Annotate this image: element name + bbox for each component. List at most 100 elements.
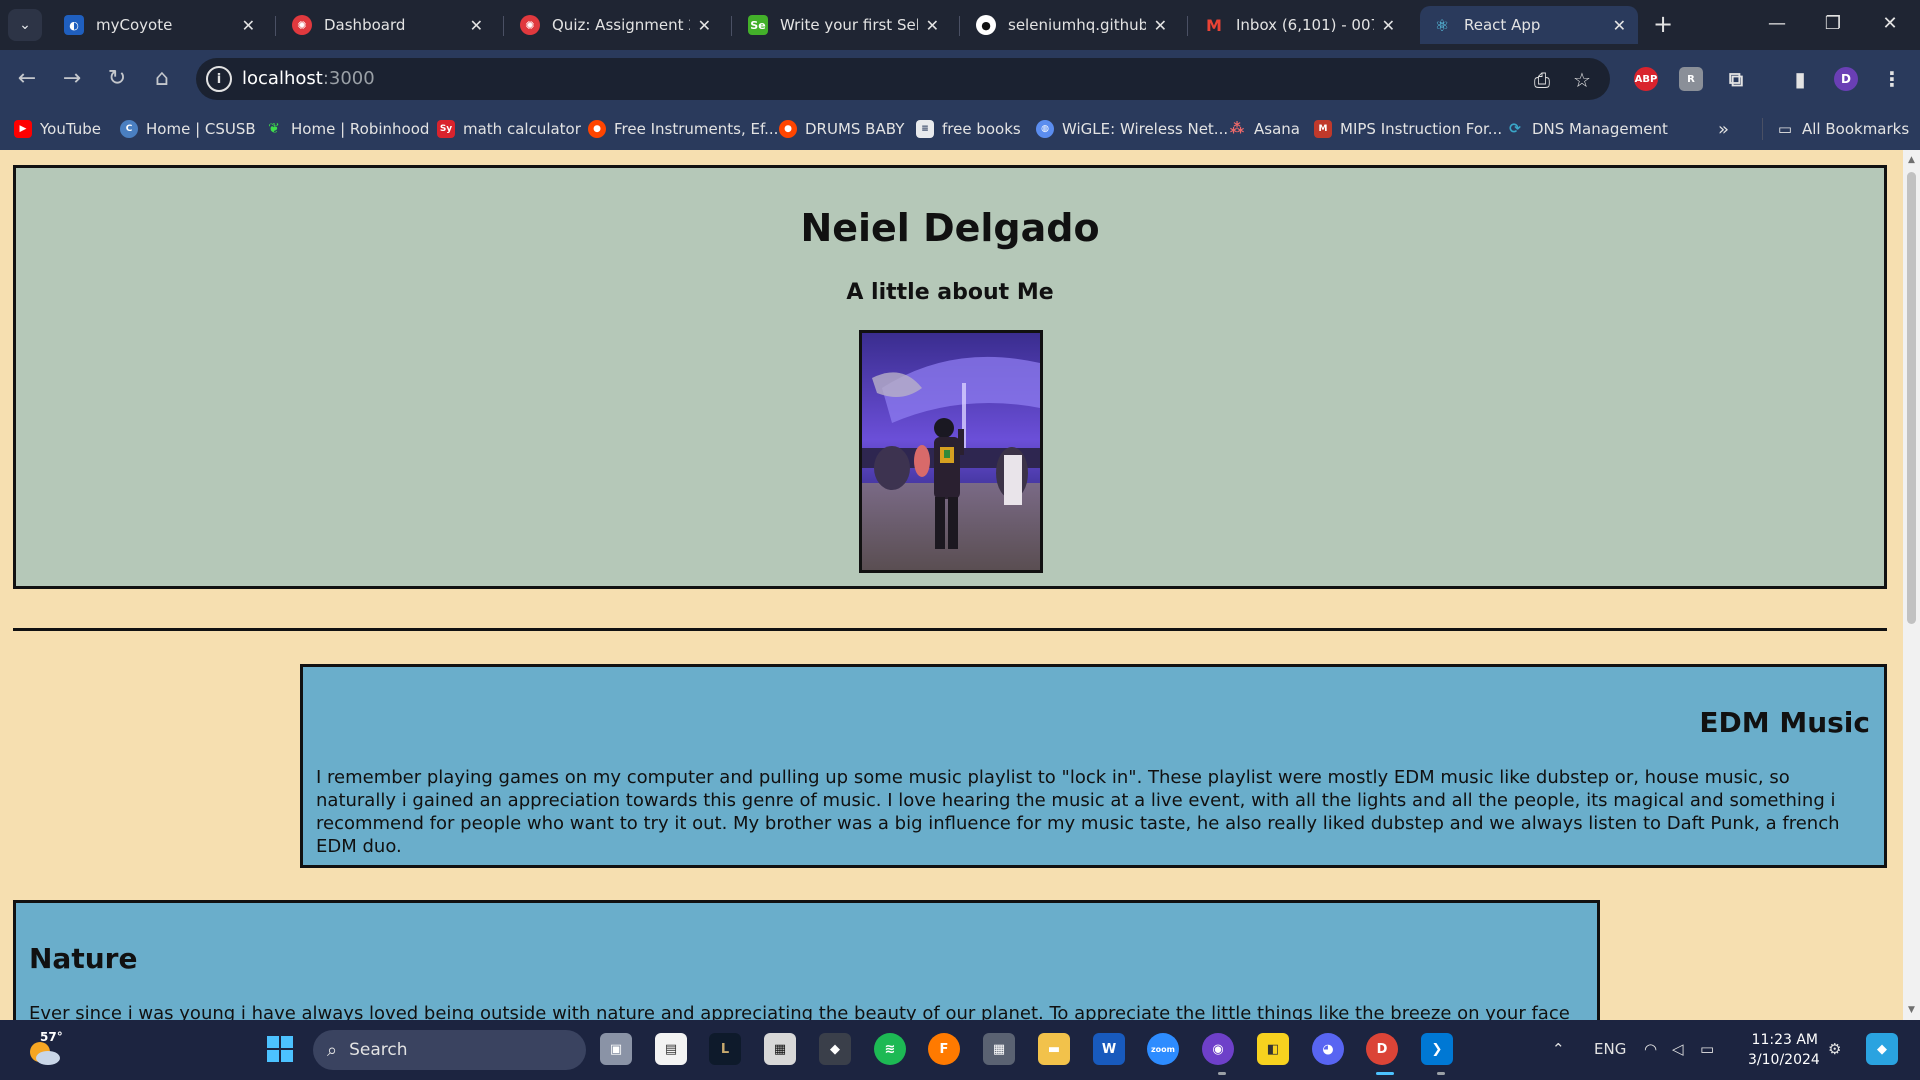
edm-music-body: I remember playing games on my computer …	[316, 767, 1840, 857]
language-indicator[interactable]: ENG	[1594, 1040, 1626, 1058]
tab-selenium[interactable]: Se Write your first Selen ✕	[736, 6, 951, 44]
scroll-up-arrow-icon[interactable]: ▲	[1903, 152, 1920, 168]
system-clock[interactable]: 11:23 AM 3/10/2024	[1748, 1030, 1820, 1070]
show-hidden-icons-chevron-up-icon[interactable]: ⌃	[1552, 1040, 1565, 1058]
side-panel-icon[interactable]: ▮	[1788, 67, 1812, 91]
selenium-icon: Se	[748, 15, 768, 35]
task-view-icon[interactable]: ▣	[600, 1033, 632, 1065]
reddit-icon: ●	[779, 120, 797, 138]
address-bar[interactable]: i localhost:3000 ⎙ ☆	[196, 58, 1610, 100]
page-scrollbar[interactable]: ▲ ▼	[1903, 150, 1920, 1020]
fl-studio-icon[interactable]: F	[928, 1033, 960, 1065]
home-icon: ⌂	[155, 66, 169, 91]
tab-search-button[interactable]: ⌄	[8, 9, 42, 41]
minecraft-icon[interactable]: ▦	[764, 1033, 796, 1065]
search-icon: ⌕	[327, 1039, 338, 1061]
tab-quiz[interactable]: ✺ Quiz: Assignment 2 ✕	[508, 6, 723, 44]
scroll-down-arrow-icon[interactable]: ▼	[1903, 1002, 1920, 1018]
close-window-button[interactable]: ✕	[1870, 8, 1910, 40]
more-bookmarks-button[interactable]: »	[1718, 118, 1729, 140]
tab-mycoyote[interactable]: ◐ myCoyote ✕	[52, 6, 267, 44]
file-explorer-icon[interactable]: ▬	[1038, 1033, 1070, 1065]
unity-icon[interactable]: ◆	[819, 1033, 851, 1065]
sticky-notes-icon[interactable]: ◧	[1257, 1033, 1289, 1065]
profile-photo	[859, 330, 1043, 573]
profile-photo-image	[862, 333, 1040, 570]
bookmark-wigle[interactable]: ◍ WiGLE: Wireless Net...	[1036, 118, 1228, 140]
canvas-icon: ✺	[292, 15, 312, 35]
battery-icon[interactable]: ▭	[1700, 1040, 1714, 1058]
start-button[interactable]	[264, 1033, 296, 1065]
bookmark-robinhood[interactable]: ❦ Home | Robinhood	[265, 118, 429, 140]
adblock-icon[interactable]: ABP	[1634, 67, 1658, 91]
reload-button[interactable]: ↻	[100, 62, 134, 96]
canvas-icon: ✺	[520, 15, 540, 35]
tab-inbox[interactable]: M Inbox (6,101) - 00723 ✕	[1192, 6, 1407, 44]
nature-title: Nature	[29, 942, 138, 975]
profile-avatar[interactable]: D	[1834, 67, 1858, 91]
browser-toolbar: ← → ↻ ⌂ i localhost:3000 ⎙ ☆ ABP R ⧉ ▮ D…	[0, 50, 1920, 108]
close-icon[interactable]: ✕	[242, 16, 255, 35]
install-app-icon[interactable]: ⎙	[1530, 68, 1554, 92]
bookmark-csusb[interactable]: C Home | CSUSB	[120, 118, 256, 140]
bookmark-youtube[interactable]: ▶ YouTube	[14, 118, 101, 140]
all-bookmarks-button[interactable]: ▭ All Bookmarks	[1776, 118, 1909, 140]
notifications-icon[interactable]: ⚙	[1828, 1040, 1841, 1058]
close-icon[interactable]: ✕	[1613, 16, 1626, 35]
taskbar-search[interactable]: ⌕ Search	[313, 1030, 586, 1070]
calculator-icon[interactable]: ▦	[983, 1033, 1015, 1065]
menu-kebab-icon[interactable]: ⋮	[1880, 67, 1904, 91]
close-icon[interactable]: ✕	[1382, 16, 1395, 35]
tab-react-app[interactable]: ⚛ React App ✕	[1420, 6, 1638, 44]
notepad-icon[interactable]: ▤	[655, 1033, 687, 1065]
bookmark-mips[interactable]: M MIPS Instruction For...	[1314, 118, 1502, 140]
edm-music-card: EDM Music I remember playing games on my…	[300, 664, 1887, 868]
weather-temperature: 57°	[40, 1030, 63, 1044]
bookmark-free-books[interactable]: ≡ free books	[916, 118, 1021, 140]
close-icon[interactable]: ✕	[926, 16, 939, 35]
zoom-icon[interactable]: zoom	[1147, 1033, 1179, 1065]
volume-icon[interactable]: ◁	[1672, 1040, 1684, 1058]
restore-icon: ❐	[1824, 13, 1842, 34]
page-subtitle: A little about Me	[846, 280, 1054, 305]
word-icon[interactable]: W	[1093, 1033, 1125, 1065]
chrome-icon[interactable]: D	[1366, 1033, 1398, 1065]
copilot-icon[interactable]: ◆	[1866, 1033, 1898, 1065]
bookmark-drums-baby[interactable]: ● DRUMS BABY	[779, 118, 904, 140]
windows-taskbar: 57° ⌕ Search ▣ ▤ L ▦ ◆ ≋ F ▦ ▬ W zoom ◉ …	[0, 1020, 1920, 1080]
site-info-icon[interactable]: i	[206, 66, 232, 92]
bookmark-math-calculator[interactable]: Sy math calculator	[437, 118, 581, 140]
restore-button[interactable]: ❐	[1813, 8, 1853, 40]
new-tab-button[interactable]: +	[1649, 10, 1677, 38]
minimize-button[interactable]: —	[1757, 8, 1797, 40]
bookmark-free-instruments[interactable]: ● Free Instruments, Ef...	[588, 118, 778, 140]
extension-r-icon[interactable]: R	[1679, 67, 1703, 91]
discord-icon[interactable]: ◕	[1312, 1033, 1344, 1065]
wifi-icon[interactable]: ◠	[1644, 1040, 1657, 1058]
github-desktop-icon[interactable]: ◉	[1202, 1033, 1234, 1065]
running-indicator	[1218, 1072, 1226, 1075]
forward-button[interactable]: →	[55, 62, 89, 96]
chevron-down-icon: ⌄	[19, 17, 31, 33]
home-button[interactable]: ⌂	[145, 62, 179, 96]
scroll-thumb[interactable]	[1907, 172, 1916, 624]
bookmark-dns[interactable]: ⟳ DNS Management	[1506, 118, 1668, 140]
url-text[interactable]: localhost:3000	[242, 68, 375, 89]
close-icon[interactable]: ✕	[470, 16, 483, 35]
asana-icon: ⁂	[1229, 121, 1245, 137]
close-icon[interactable]: ✕	[698, 16, 711, 35]
chevron-double-right-icon: »	[1718, 118, 1730, 140]
spotify-icon[interactable]: ≋	[874, 1033, 906, 1065]
close-icon[interactable]: ✕	[1154, 16, 1167, 35]
react-icon: ⚛	[1434, 15, 1450, 35]
bookmark-asana[interactable]: ⁂ Asana	[1228, 118, 1300, 140]
tab-dashboard[interactable]: ✺ Dashboard ✕	[280, 6, 495, 44]
extensions-puzzle-icon[interactable]: ⧉	[1724, 67, 1748, 91]
league-of-legends-icon[interactable]: L	[709, 1033, 741, 1065]
tab-seleniumhq[interactable]: ● seleniumhq.github.io ✕	[964, 6, 1179, 44]
vscode-icon[interactable]: ❯	[1421, 1033, 1453, 1065]
reddit-icon: ●	[588, 120, 606, 138]
youtube-icon: ▶	[14, 120, 32, 138]
back-button[interactable]: ←	[10, 62, 44, 96]
bookmark-star-icon[interactable]: ☆	[1570, 68, 1594, 92]
